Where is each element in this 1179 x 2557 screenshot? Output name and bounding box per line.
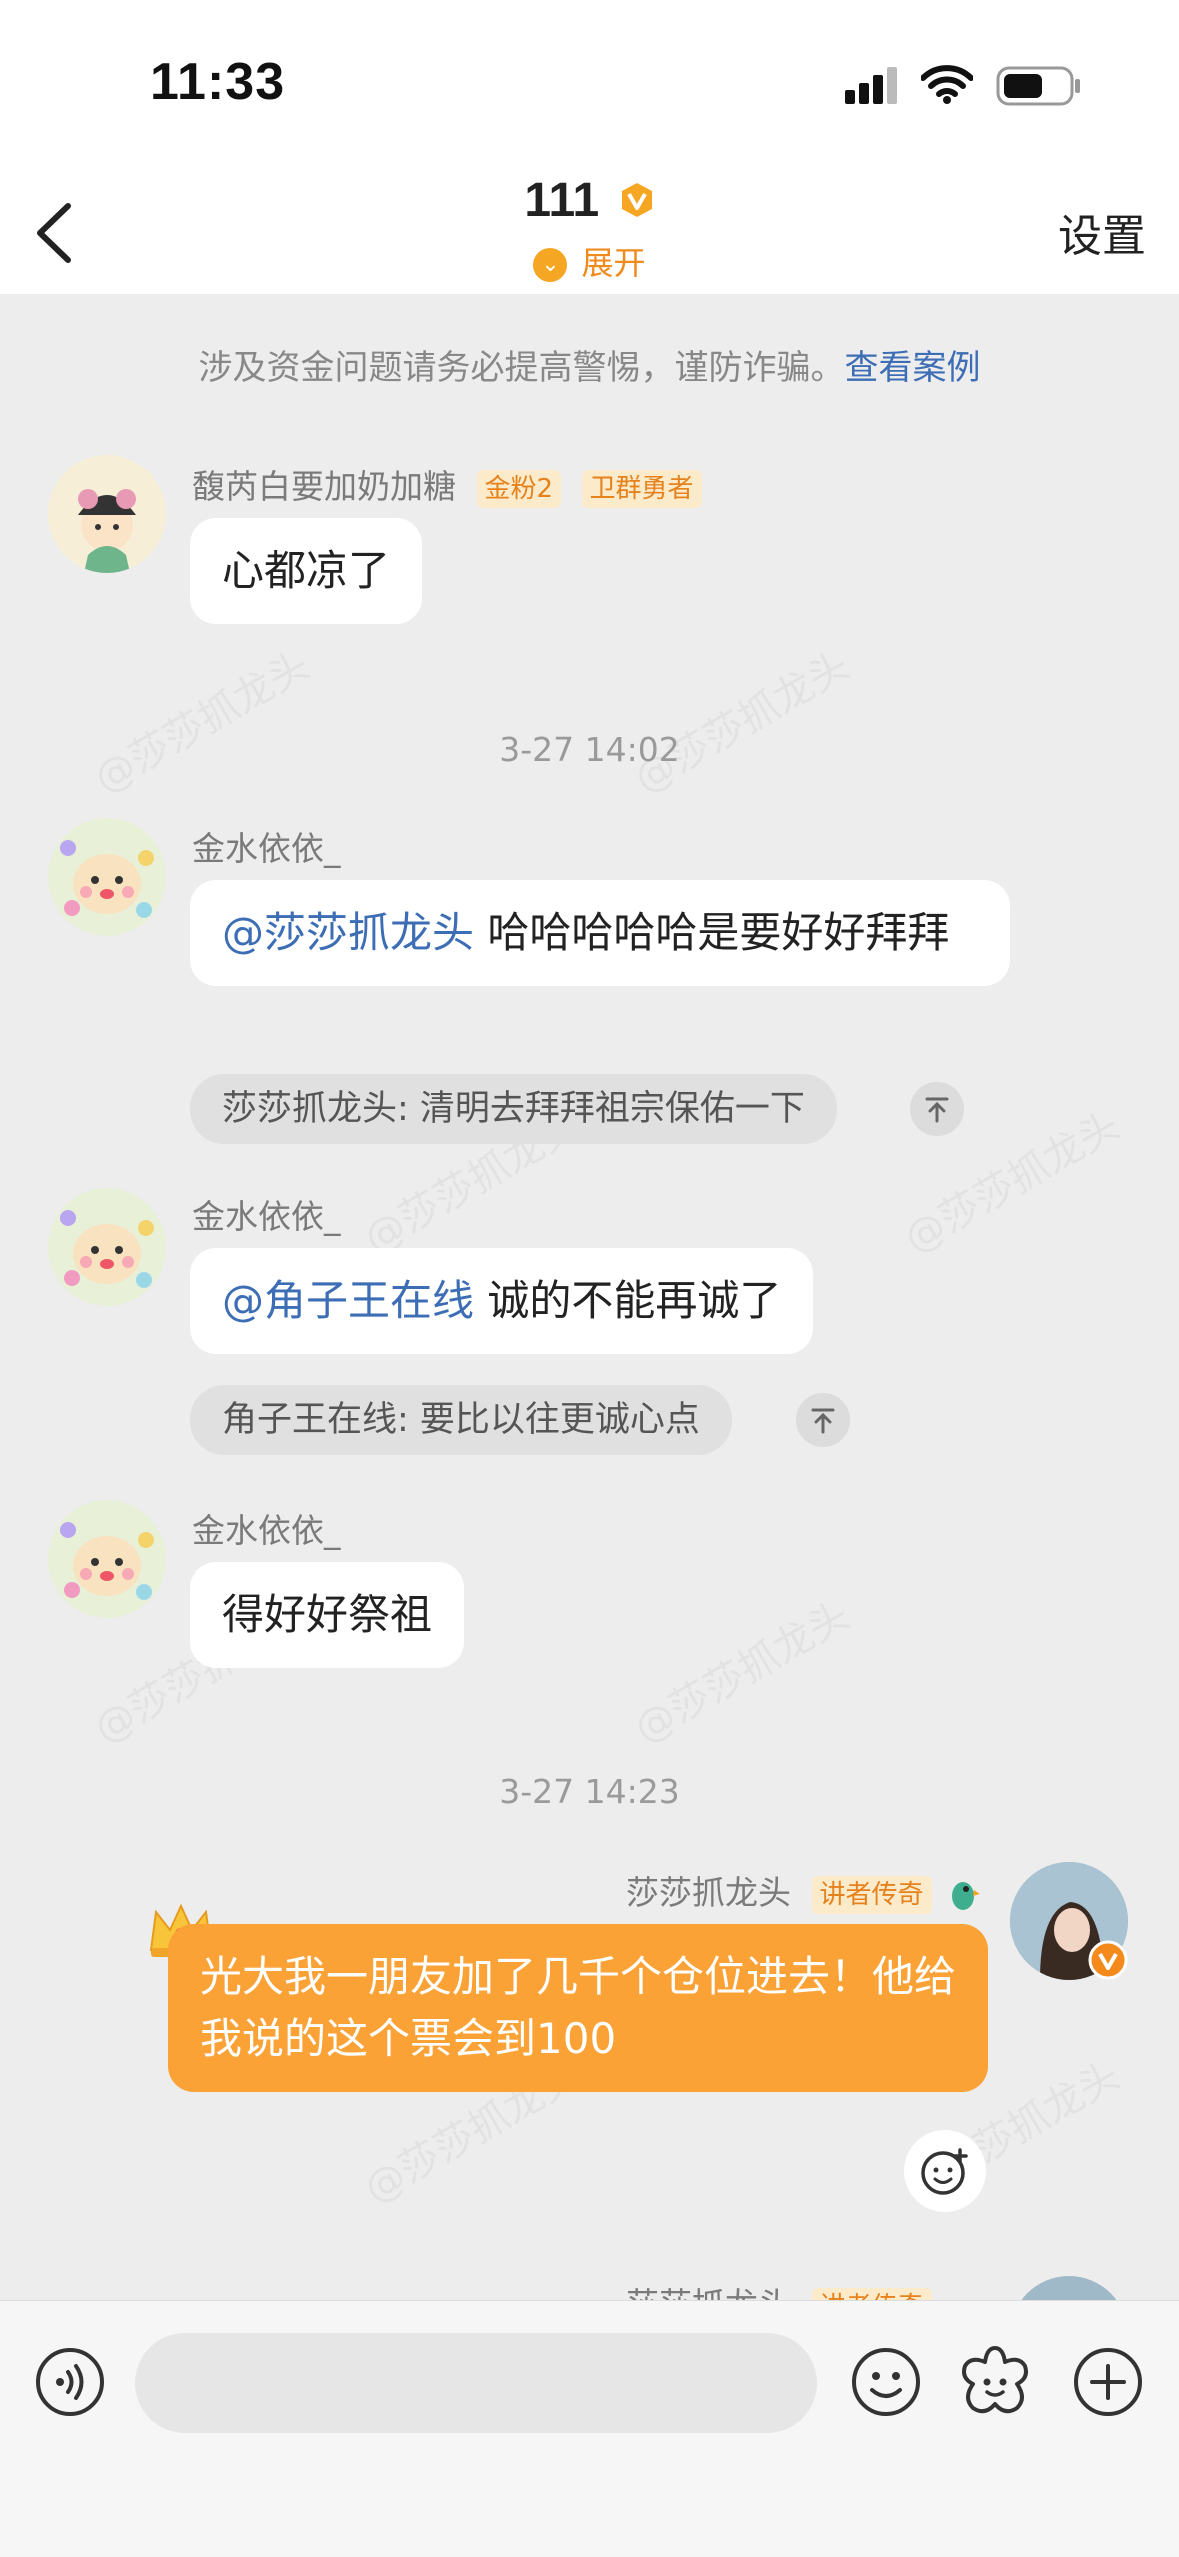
verified-icon [1088, 1940, 1128, 1980]
emoji-icon[interactable] [850, 2346, 922, 2418]
fan-badge: 金粉2 [476, 469, 562, 508]
nav-bar: 111 ⌄ 展开 设置 [0, 160, 1179, 294]
watermark: @莎莎抓龙头 [622, 1584, 859, 1754]
quoted-reply[interactable]: 角子王在线: 要比以往更诚心点 [190, 1385, 732, 1455]
sender-name: 馥芮白要加奶加糖 金粉2 卫群勇者 [192, 460, 702, 508]
input-bar [0, 2300, 1179, 2557]
message-bubble[interactable]: 心都凉了 [190, 518, 423, 624]
signal-icon [845, 67, 897, 104]
avatar[interactable] [48, 818, 166, 936]
view-cases-link[interactable]: 查看案例 [845, 348, 981, 388]
status-bar: 11:33 [0, 0, 1179, 160]
verified-icon [621, 183, 652, 218]
sender-name: 金水依依_ [192, 829, 341, 868]
message-bubble[interactable]: @莎莎抓龙头 哈哈哈哈哈是要好好拜拜 [190, 880, 1010, 986]
watermark: @莎莎抓龙头 [82, 634, 319, 804]
pin-up-icon[interactable] [910, 1082, 964, 1136]
react-button[interactable] [904, 2130, 986, 2212]
sender-name: 金水依依_ [192, 1511, 341, 1550]
pin-up-icon[interactable] [796, 1393, 850, 1447]
message-bubble[interactable]: 得好好祭祖 [190, 1562, 465, 1668]
voice-icon[interactable] [34, 2346, 106, 2418]
expand-button[interactable]: ⌄ 展开 [0, 238, 1179, 284]
message-text: 诚的不能再诚了 [487, 1276, 782, 1325]
plus-icon[interactable] [1072, 2346, 1144, 2418]
wifi-icon [921, 65, 973, 104]
settings-button[interactable]: 设置 [1058, 200, 1146, 264]
quoted-reply[interactable]: 莎莎抓龙头: 清明去拜拜祖宗保佑一下 [190, 1074, 837, 1144]
chevron-down-icon: ⌄ [533, 248, 568, 282]
role-badge: 讲者传奇 [811, 1875, 932, 1914]
status-time: 11:33 [150, 53, 286, 111]
role-badge: 卫群勇者 [581, 469, 702, 508]
avatar[interactable] [48, 1500, 166, 1618]
add-emoji-icon [921, 2148, 968, 2195]
message-input[interactable] [135, 2333, 817, 2433]
watermark: @莎莎抓龙头 [622, 634, 859, 804]
message-text: 哈哈哈哈哈是要好好拜拜 [487, 908, 950, 957]
avatar[interactable] [48, 1188, 166, 1306]
parrot-icon [952, 1881, 981, 1910]
sender-name: 莎莎抓龙头 讲者传奇 [626, 1866, 981, 1914]
group-name: 111 [524, 173, 600, 227]
battery-icon [996, 66, 1080, 106]
own-message-bubble[interactable]: 光大我一朋友加了几千个仓位进去！他给我说的这个票会到100 [168, 1924, 988, 2092]
message-bubble[interactable]: @角子王在线 诚的不能再诚了 [190, 1248, 814, 1354]
fraud-notice: 涉及资金问题请务必提高警惕，谨防诈骗。查看案例 [0, 340, 1179, 389]
sticker-icon[interactable] [957, 2344, 1033, 2420]
notice-text: 涉及资金问题请务必提高警惕，谨防诈骗。 [198, 348, 845, 388]
expand-label: 展开 [581, 244, 646, 282]
sender-name: 金水依依_ [192, 1197, 341, 1236]
page-title[interactable]: 111 [0, 170, 1179, 228]
avatar[interactable] [48, 455, 166, 573]
mention-link[interactable]: @角子王在线 [222, 1276, 474, 1325]
mention-link[interactable]: @莎莎抓龙头 [222, 908, 474, 957]
timestamp: 3-27 14:23 [499, 1772, 680, 1811]
timestamp: 3-27 14:02 [499, 730, 680, 769]
